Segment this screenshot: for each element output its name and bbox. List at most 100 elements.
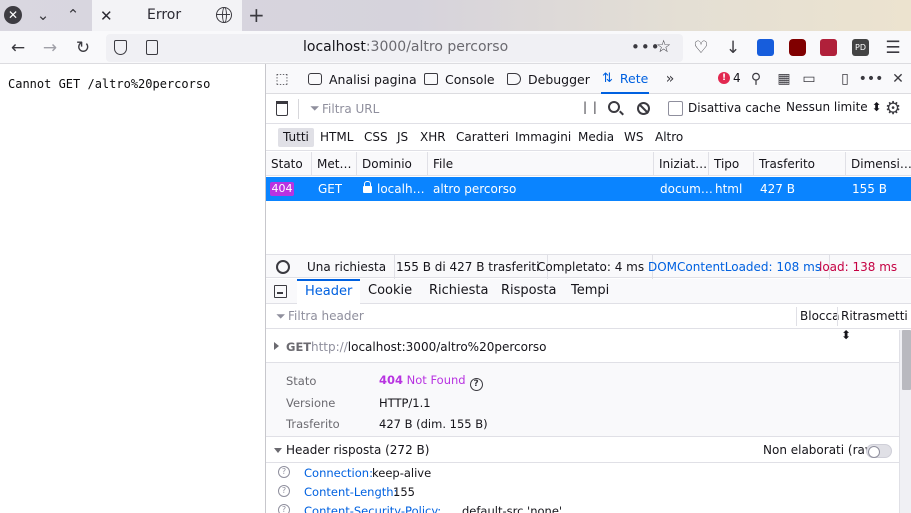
error-icon[interactable]: ! — [718, 72, 730, 84]
page-info-icon[interactable] — [146, 40, 158, 55]
resend-button[interactable]: Ritrasmetti ⬍ — [837, 307, 911, 342]
response-headers-section[interactable]: Header risposta (272 B) Non elaborati (r… — [266, 438, 899, 463]
filter-url-input[interactable] — [322, 100, 572, 118]
type-other[interactable]: Altro — [650, 128, 688, 147]
scrollbar-thumb[interactable] — [902, 330, 911, 390]
header-row[interactable]: ? Content-Length: 155 — [266, 483, 899, 502]
block-requests-icon[interactable] — [637, 102, 650, 115]
type-css[interactable]: CSS — [359, 128, 393, 147]
pause-icon[interactable]: | | — [583, 100, 598, 114]
pick-element-icon[interactable]: ⬚ — [274, 71, 290, 87]
type-ws[interactable]: WS — [619, 128, 648, 147]
gear-icon[interactable]: ⚙ — [885, 98, 901, 119]
type-html[interactable]: HTML — [315, 128, 358, 147]
request-url-line[interactable]: GET http://localhost:3000/altro%20percor… — [266, 330, 899, 363]
tab-inspector[interactable]: Analisi pagina — [308, 64, 417, 94]
col-file[interactable]: File — [428, 152, 654, 176]
devtools-menu-icon[interactable]: ••• — [859, 71, 884, 87]
block-button[interactable]: Blocca — [796, 307, 842, 326]
collapse-caret-icon[interactable] — [274, 448, 282, 453]
col-domain[interactable]: Dominio — [357, 152, 428, 176]
type-fonts[interactable]: Caratteri — [451, 128, 514, 147]
chevron-up-icon[interactable]: ⌃ — [62, 4, 84, 26]
header-filter-input[interactable]: Filtra header — [288, 309, 364, 323]
col-size[interactable]: Dimensi… — [846, 152, 911, 176]
screenshot-icon[interactable]: ▭ — [801, 71, 817, 87]
search-icon[interactable] — [608, 101, 620, 113]
ublock-icon[interactable] — [789, 39, 806, 56]
network-filter-row: ⏷ | | Disattiva cache Nessun limite ⬍ ⚙ — [266, 94, 911, 124]
col-status[interactable]: Stato — [266, 152, 312, 176]
header-value: default-src 'none' — [462, 504, 563, 513]
tab-request[interactable]: Richiesta — [421, 279, 496, 304]
table-row[interactable]: 404 GET localh… altro percorso docum… ht… — [266, 177, 911, 201]
clear-icon[interactable] — [276, 101, 288, 116]
new-tab-icon[interactable]: + — [248, 3, 265, 27]
reload-icon[interactable]: ↻ — [71, 36, 95, 60]
type-xhr[interactable]: XHR — [415, 128, 451, 147]
disable-cache-checkbox[interactable] — [668, 101, 683, 116]
tab-error[interactable]: ✕ Error — [92, 0, 242, 31]
extension-red-icon[interactable] — [820, 39, 837, 56]
nav-bar: ← → ↻ localhost:3000/altro percorso ••• … — [0, 31, 911, 64]
disable-cache-label[interactable]: Disattiva cache — [688, 101, 781, 115]
url-text[interactable]: localhost:3000/altro percorso — [303, 39, 508, 55]
dock-icon[interactable]: ▯ — [837, 71, 853, 87]
forward-icon[interactable]: → — [38, 36, 62, 60]
header-key: Connection: — [304, 466, 373, 480]
tracking-shield-icon[interactable] — [114, 40, 127, 55]
network-summary: Una richiesta 155 B di 427 B trasferiti … — [266, 254, 911, 279]
help-icon[interactable]: ? — [278, 504, 290, 513]
header-key: Content-Security-Policy: — [304, 504, 442, 513]
type-images[interactable]: Immagini — [510, 128, 576, 147]
bookmark-star-icon[interactable]: ☆ — [656, 37, 671, 57]
help-icon[interactable]: ? — [278, 466, 290, 478]
lock-icon — [363, 181, 372, 193]
more-tabs-icon[interactable]: » — [662, 71, 678, 87]
url-bar[interactable]: localhost:3000/altro percorso ••• ☆ — [106, 34, 683, 62]
version-value: HTTP/1.1 — [379, 396, 431, 410]
close-devtools-icon[interactable]: ✕ — [890, 71, 906, 87]
response-headers-title[interactable]: Header risposta (272 B) — [286, 443, 429, 457]
chevron-down-icon[interactable]: ⌄ — [32, 4, 54, 26]
header-row[interactable]: ? Content-Security-Policy: default-src '… — [266, 502, 899, 513]
header-row[interactable]: ? Connection: keep-alive — [266, 464, 899, 483]
cell-initiator: docum… — [660, 182, 713, 196]
close-window-icon[interactable]: ✕ — [4, 6, 22, 24]
raw-toggle-label[interactable]: Non elaborati (raw) — [763, 443, 879, 457]
toggle-sidebar-icon[interactable] — [274, 285, 287, 298]
frame-select-icon[interactable]: ⚲ — [748, 71, 764, 87]
summary-load: load: 138 ms — [819, 260, 898, 274]
col-transferred[interactable]: Trasferito — [754, 152, 846, 176]
tab-cookies[interactable]: Cookie — [360, 279, 420, 304]
bitwarden-icon[interactable] — [757, 39, 774, 56]
col-method[interactable]: Met… — [312, 152, 357, 176]
col-type[interactable]: Tipo — [709, 152, 754, 176]
tab-network[interactable]: ⇅ Rete — [601, 64, 650, 94]
error-count[interactable]: 4 — [733, 71, 741, 85]
col-initiator[interactable]: Iniziat… — [654, 152, 709, 176]
expand-caret-icon[interactable] — [274, 342, 279, 350]
downloads-icon[interactable]: ↓ — [721, 36, 745, 60]
tab-timings[interactable]: Tempi — [563, 279, 617, 304]
tab-headers[interactable]: Header — [297, 279, 361, 304]
tab-close-icon[interactable]: ✕ — [100, 7, 113, 25]
menu-icon[interactable]: ☰ — [881, 36, 905, 60]
pocket-icon[interactable]: ♡ — [689, 36, 713, 60]
scrollbar[interactable] — [899, 330, 911, 513]
type-all[interactable]: Tutti — [278, 128, 314, 147]
responsive-icon[interactable]: ▦ — [776, 71, 792, 87]
tab-debugger[interactable]: Debugger — [507, 64, 590, 94]
pd-extension-icon[interactable]: PD — [852, 39, 869, 56]
type-media[interactable]: Media — [573, 128, 619, 147]
back-icon[interactable]: ← — [6, 36, 30, 60]
tab-response[interactable]: Risposta — [493, 279, 564, 304]
tab-console[interactable]: Console — [424, 64, 495, 94]
raw-toggle[interactable] — [866, 444, 892, 458]
help-icon[interactable]: ? — [469, 378, 483, 391]
help-icon[interactable]: ? — [278, 485, 290, 497]
throttle-select[interactable]: Nessun limite ⬍ — [786, 100, 882, 114]
type-js[interactable]: JS — [392, 128, 413, 147]
tab-title: Error — [147, 7, 182, 23]
cell-file: altro percorso — [433, 182, 517, 196]
